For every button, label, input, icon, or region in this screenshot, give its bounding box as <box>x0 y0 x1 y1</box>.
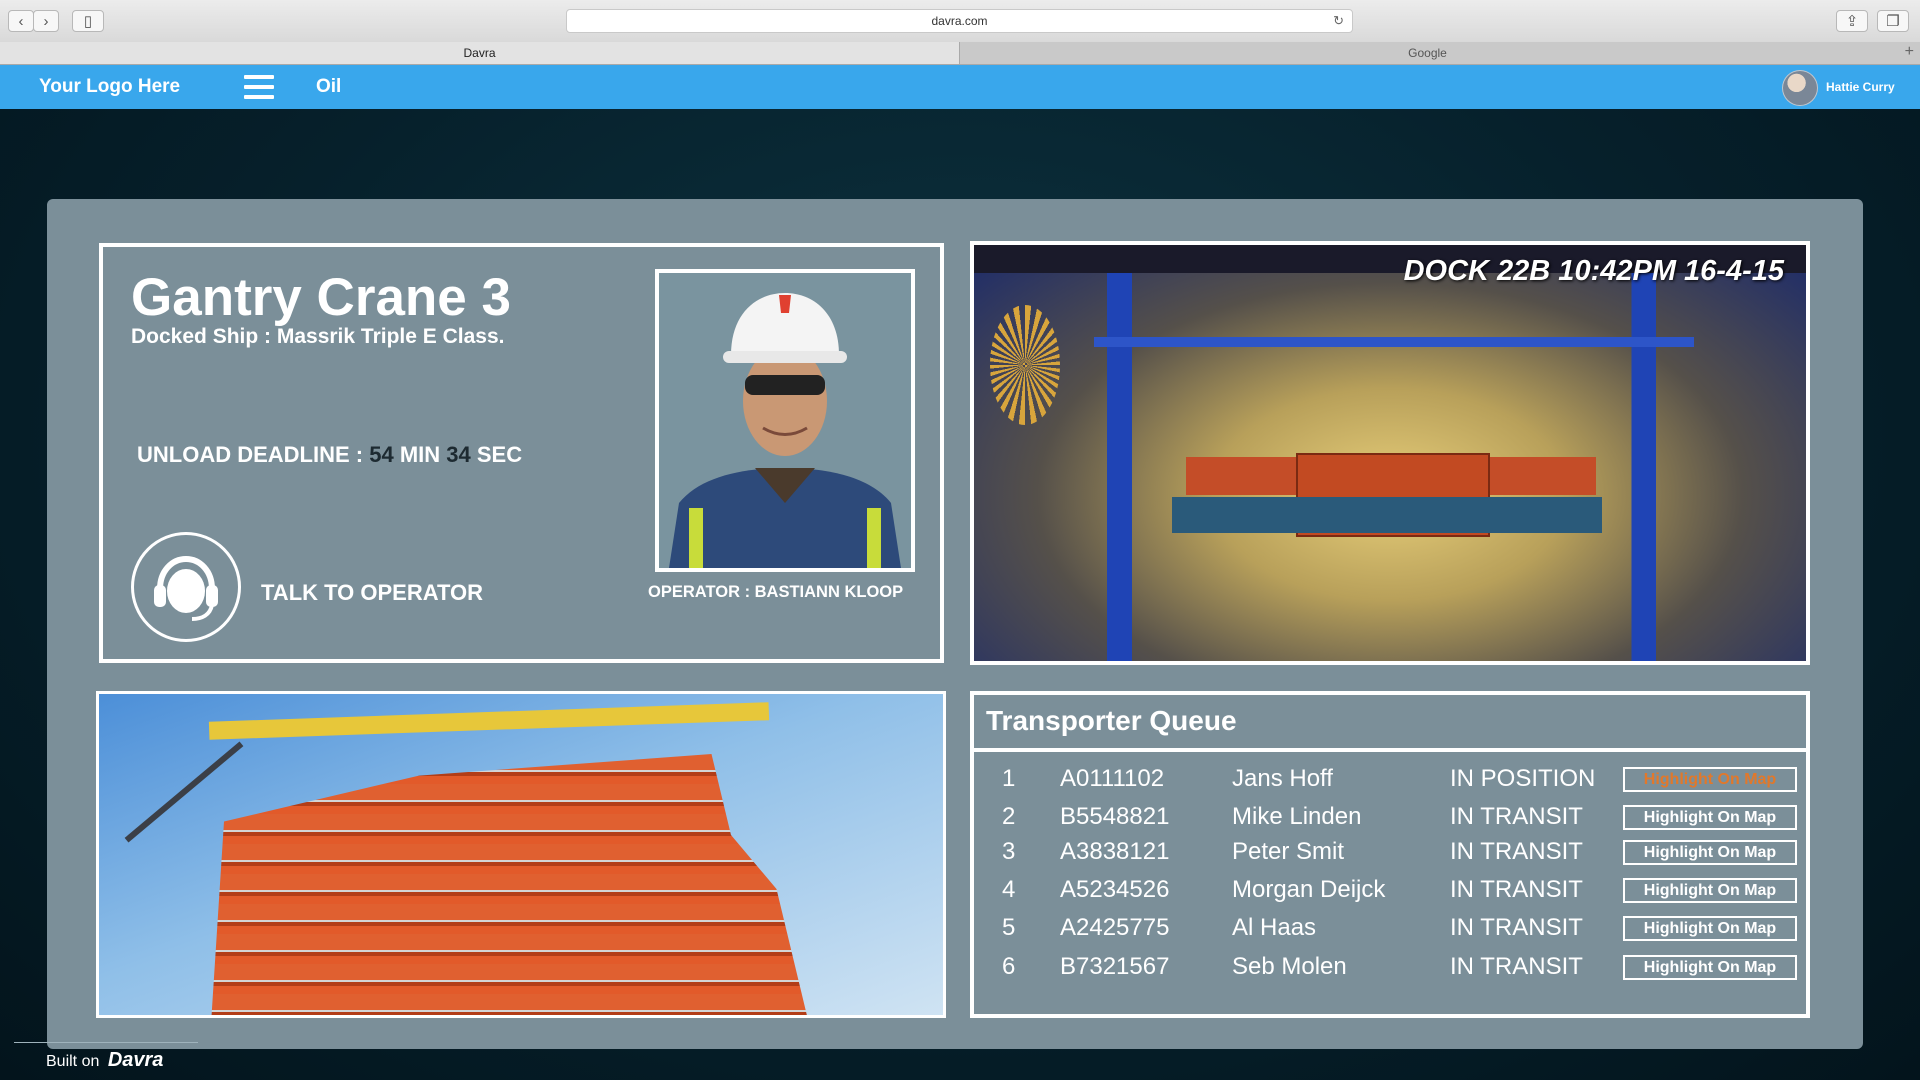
queue-index: 2 <box>1002 803 1016 830</box>
deadline-label: UNLOAD DEADLINE : <box>137 442 370 467</box>
sidebar-icon: ▯ <box>83 13 93 30</box>
transporter-id: A0111102 <box>1060 765 1165 792</box>
queue-index: 5 <box>1002 914 1016 941</box>
talk-to-operator-label[interactable]: TALK TO OPERATOR <box>261 580 483 606</box>
queue-row: 5 A2425775 Al Haas IN TRANSIT Highlight … <box>974 910 1806 946</box>
tab-strip: Davra Google + <box>0 42 1920 65</box>
highlight-on-map-button[interactable]: Highlight On Map <box>1623 840 1797 865</box>
deadline-minutes: 54 <box>369 442 394 467</box>
queue-row: 1 A0111102 Jans Hoff IN POSITION Highlig… <box>974 761 1806 797</box>
tab-label: Davra <box>463 46 496 60</box>
driver-name: Seb Molen <box>1232 953 1347 980</box>
transporter-id: A2425775 <box>1060 914 1170 941</box>
chevron-left-icon: ‹ <box>18 12 24 30</box>
browser-toolbar: ‹ › ▯ davra.com ↻ ⇪ ❐ <box>0 0 1920 43</box>
rig-image <box>96 691 946 1018</box>
driver-name: Jans Hoff <box>1232 765 1333 792</box>
queue-row: 2 B5548821 Mike Linden IN TRANSIT Highli… <box>974 799 1806 835</box>
forward-button[interactable]: › <box>33 10 59 32</box>
back-button[interactable]: ‹ <box>8 10 34 32</box>
queue-title: Transporter Queue <box>986 705 1237 736</box>
address-bar[interactable]: davra.com ↻ <box>566 9 1353 33</box>
tab-label: Google <box>1408 46 1447 60</box>
transporter-status: IN TRANSIT <box>1450 953 1583 980</box>
highlight-on-map-button[interactable]: Highlight On Map <box>1623 805 1797 830</box>
transporter-id: A5234526 <box>1060 876 1170 903</box>
crane-info-panel: Gantry Crane 3 Docked Ship : Massrik Tri… <box>99 243 944 663</box>
queue-index: 6 <box>1002 953 1016 980</box>
driver-name: Mike Linden <box>1232 803 1362 830</box>
logo[interactable]: Your Logo Here <box>39 76 180 98</box>
operator-portrait <box>659 273 911 568</box>
highlight-on-map-button[interactable]: Highlight On Map <box>1623 767 1797 792</box>
operator-photo <box>655 269 915 572</box>
section-title: Oil <box>316 76 342 97</box>
transporter-status: IN POSITION <box>1450 765 1596 792</box>
transporter-status: IN TRANSIT <box>1450 838 1583 865</box>
user-name[interactable]: Hattie Curry <box>1826 80 1895 94</box>
dock-camera-feed[interactable]: DOCK 22B 10:42PM 16-4-15 <box>970 241 1810 665</box>
minutes-label: MIN <box>393 442 447 467</box>
camera-image <box>974 245 1806 661</box>
driver-name: Peter Smit <box>1232 838 1345 865</box>
transporter-status: IN TRANSIT <box>1450 876 1583 903</box>
crane-title: Gantry Crane 3 <box>131 268 511 327</box>
operator-caption: OPERATOR : BASTIANN KLOOP <box>648 583 904 601</box>
transporter-id: B7321567 <box>1060 953 1170 980</box>
deadline-seconds: 34 <box>446 442 471 467</box>
footer-divider <box>14 1042 198 1043</box>
new-tab-icon[interactable]: + <box>1905 43 1914 61</box>
highlight-on-map-button[interactable]: Highlight On Map <box>1623 955 1797 980</box>
footer: Built on Davra <box>46 1049 163 1072</box>
app-nav-bar: Your Logo Here Oil Hattie Curry <box>0 65 1920 109</box>
tab-davra[interactable]: Davra <box>0 42 960 64</box>
queue-row: 6 B7321567 Seb Molen IN TRANSIT Highligh… <box>974 949 1806 985</box>
tab-google[interactable]: Google <box>960 42 1895 64</box>
transporter-status: IN TRANSIT <box>1450 914 1583 941</box>
chevron-right-icon: › <box>43 12 49 30</box>
queue-index: 4 <box>1002 876 1016 903</box>
dashboard-panel: Gantry Crane 3 Docked Ship : Massrik Tri… <box>47 199 1863 1049</box>
footer-prefix: Built on <box>46 1053 104 1070</box>
talk-to-operator-button[interactable] <box>131 532 241 642</box>
queue-row: 4 A5234526 Morgan Deijck IN TRANSIT High… <box>974 872 1806 908</box>
highlight-on-map-button[interactable]: Highlight On Map <box>1623 916 1797 941</box>
seconds-label: SEC <box>470 442 523 467</box>
reload-icon[interactable]: ↻ <box>1333 13 1344 29</box>
sidebar-toggle-button[interactable]: ▯ <box>72 10 104 32</box>
queue-index: 3 <box>1002 838 1016 865</box>
highlight-on-map-button[interactable]: Highlight On Map <box>1623 878 1797 903</box>
share-button[interactable]: ⇪ <box>1836 10 1868 32</box>
share-icon: ⇪ <box>1845 13 1859 30</box>
docked-ship: Docked Ship : Massrik Triple E Class. <box>131 325 505 348</box>
camera-overlay: DOCK 22B 10:42PM 16-4-15 <box>1403 255 1784 287</box>
transporter-queue: Transporter Queue 1 A0111102 Jans Hoff I… <box>970 691 1810 1018</box>
avatar[interactable] <box>1782 70 1818 106</box>
transporter-status: IN TRANSIT <box>1450 803 1583 830</box>
menu-icon[interactable] <box>244 75 274 99</box>
queue-index: 1 <box>1002 765 1016 792</box>
driver-name: Morgan Deijck <box>1232 876 1386 903</box>
tabs-icon: ❐ <box>1886 13 1900 30</box>
address-text: davra.com <box>931 14 988 28</box>
tabs-overview-button[interactable]: ❐ <box>1877 10 1909 32</box>
headset-icon <box>154 555 218 621</box>
transporter-id: B5548821 <box>1060 803 1170 830</box>
footer-brand-logo[interactable]: Davra <box>108 1049 164 1071</box>
unload-deadline: UNLOAD DEADLINE : 54 MIN 34 SEC <box>137 442 522 468</box>
driver-name: Al Haas <box>1232 914 1317 941</box>
transporter-id: A3838121 <box>1060 838 1170 865</box>
queue-row: 3 A3838121 Peter Smit IN TRANSIT Highlig… <box>974 834 1806 870</box>
queue-header: Transporter Queue <box>974 695 1806 752</box>
